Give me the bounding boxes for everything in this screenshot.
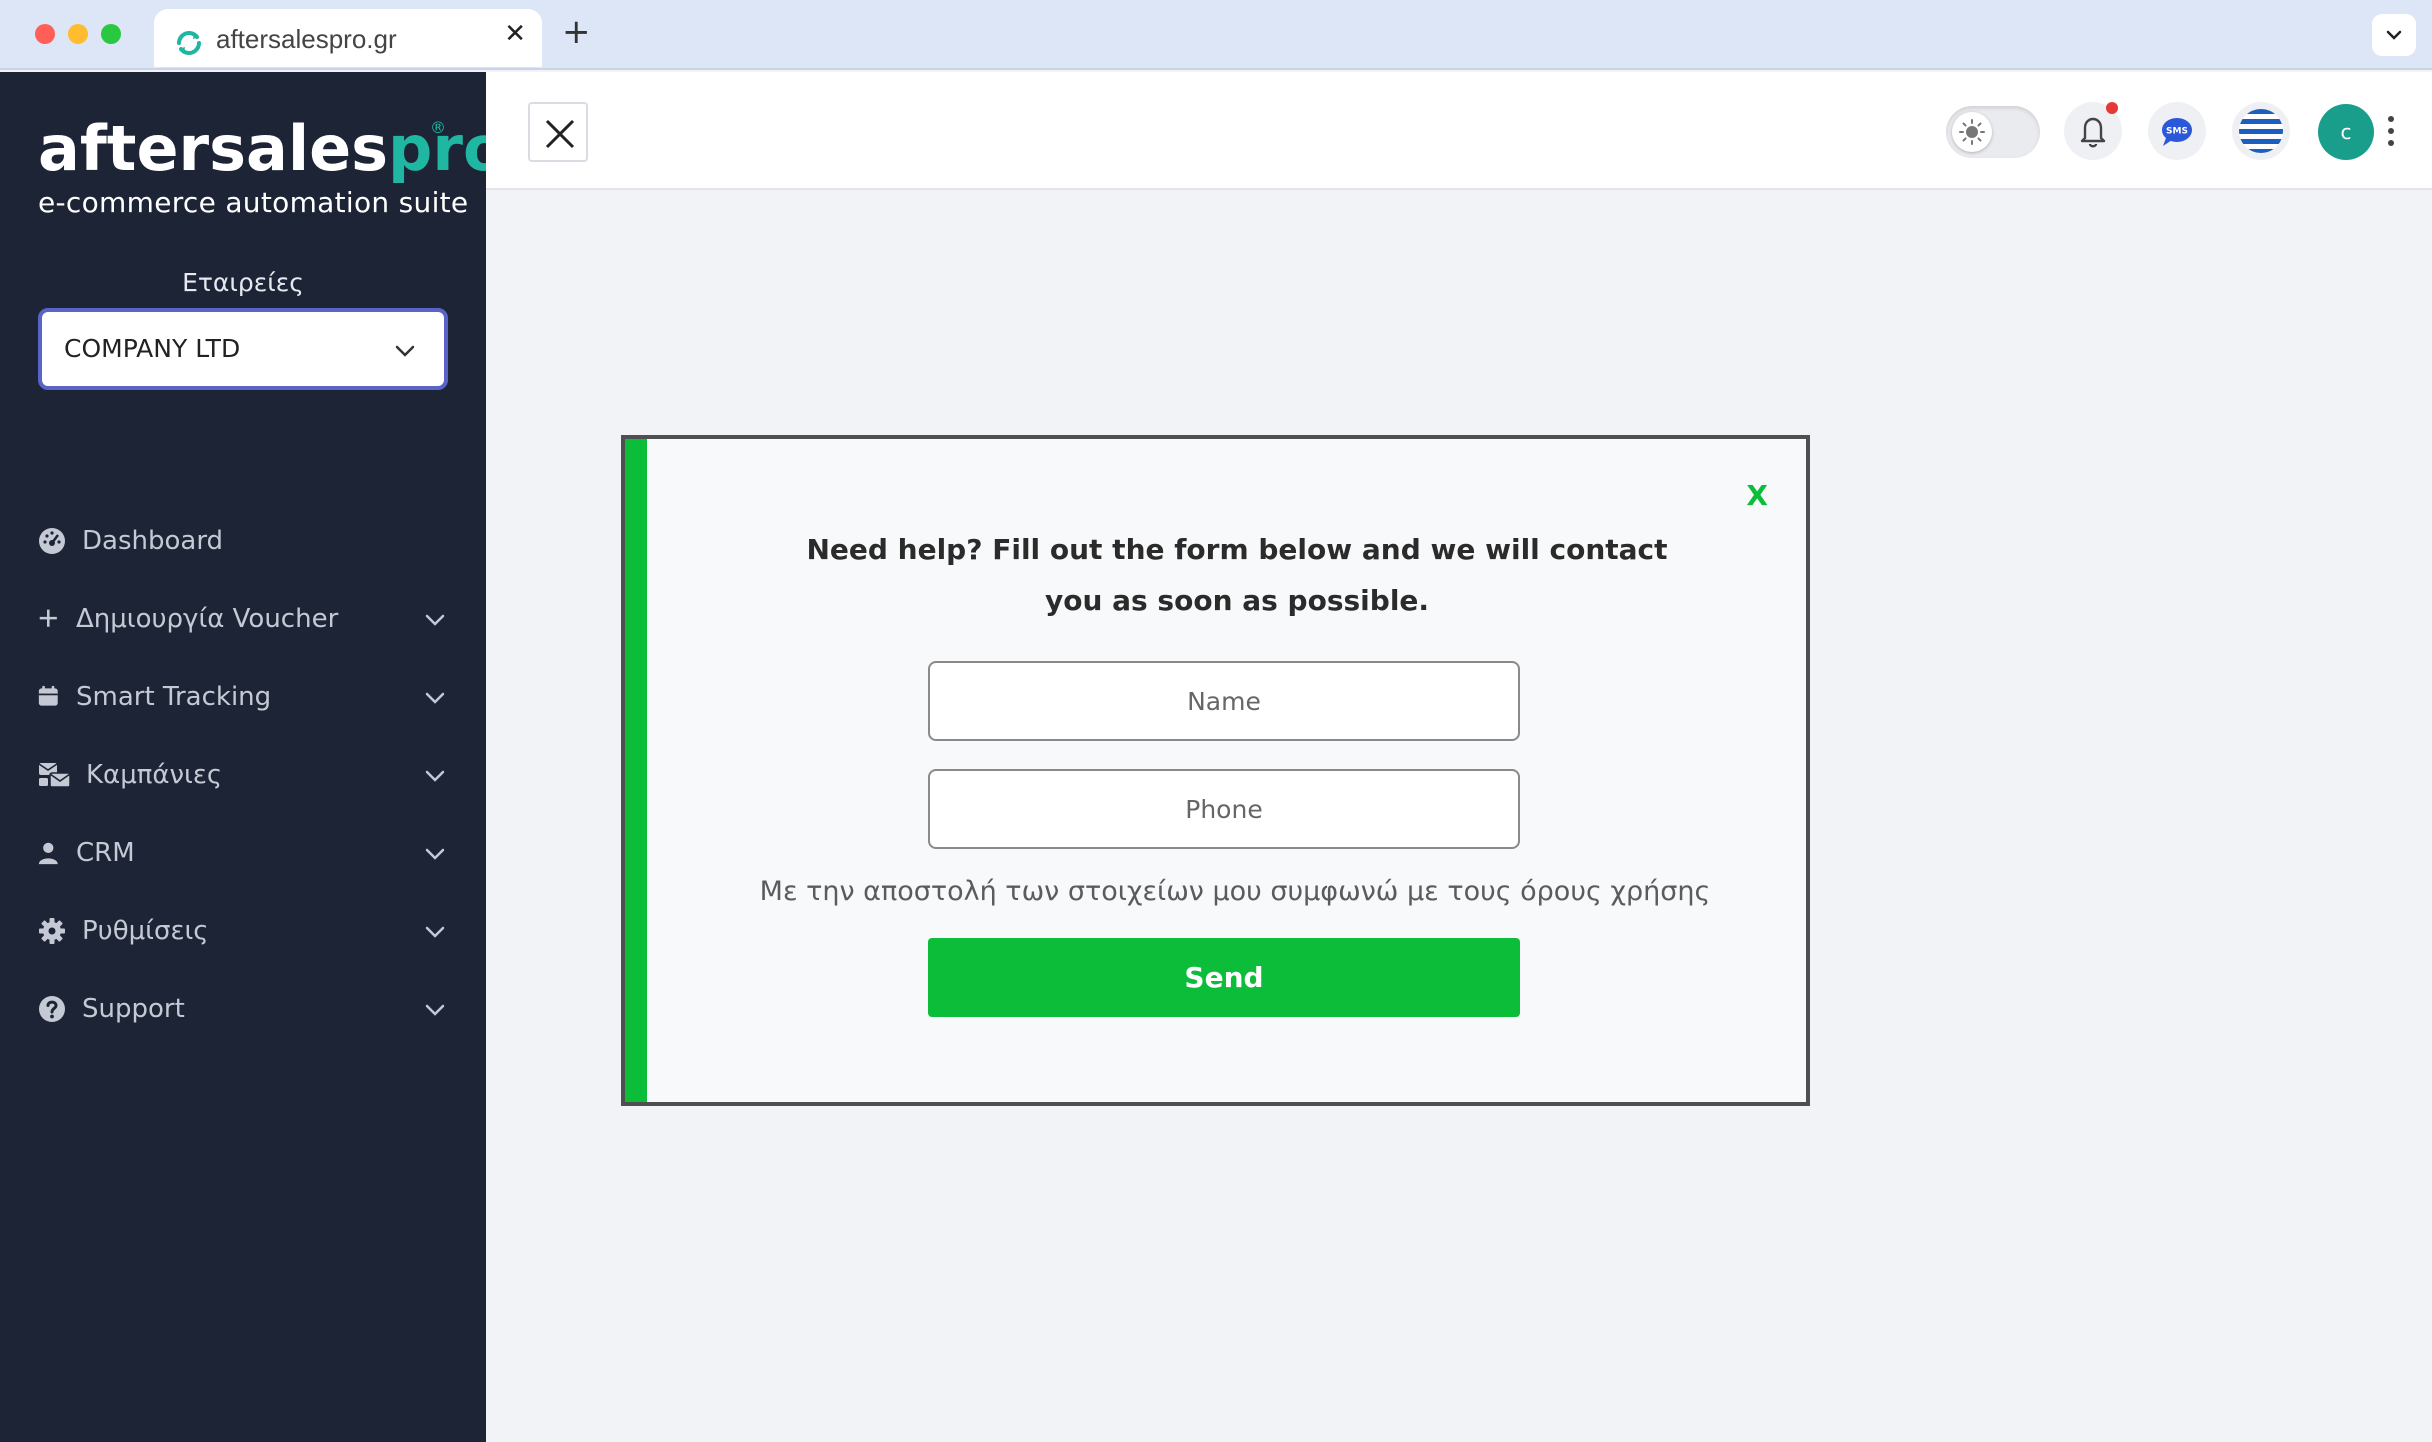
calendar-icon (38, 685, 58, 706)
sidebar-item-label: Δημιουργία Voucher (76, 604, 339, 634)
modal-accent-bar (625, 439, 647, 1102)
logo-wordmark-main: aftersales (38, 112, 389, 185)
gear-icon (39, 918, 65, 944)
kebab-menu-icon[interactable] (2386, 114, 2396, 148)
logo-tagline: e-commerce automation suite (38, 186, 469, 219)
sidebar-item-label: Support (82, 994, 185, 1024)
phone-input[interactable] (928, 769, 1520, 849)
tab-close-icon[interactable]: ✕ (504, 19, 526, 49)
theme-toggle-knob (1952, 112, 1992, 152)
new-tab-button[interactable]: + (562, 12, 591, 52)
terms-text: Με την αποστολή των στοιχείων μου συμφων… (759, 876, 1711, 907)
tab-title: aftersalespro.gr (216, 24, 397, 54)
sidebar-item-crm[interactable]: CRM (0, 814, 486, 892)
modal-close-button[interactable]: X (1746, 479, 1768, 512)
sidebar-item-label: Καμπάνιες (86, 760, 223, 790)
language-button[interactable] (2232, 102, 2290, 160)
sidebar-nav: Dashboard Δημιουργία Voucher Smart Track… (0, 502, 486, 1048)
close-panel-button[interactable] (528, 102, 588, 162)
topbar: SMS c (486, 72, 2432, 190)
svg-text:SMS: SMS (2166, 127, 2188, 137)
company-label: Εταιρείες (182, 268, 304, 297)
sun-icon (1959, 119, 1985, 145)
window-close-button[interactable] (35, 24, 55, 44)
sms-button[interactable]: SMS (2148, 102, 2206, 160)
sidebar-item-create-voucher[interactable]: Δημιουργία Voucher (0, 580, 486, 658)
refresh-favicon-icon (177, 31, 201, 55)
user-icon (38, 842, 58, 865)
sidebar-item-support[interactable]: Support (0, 970, 486, 1048)
window-maximize-button[interactable] (101, 24, 121, 44)
aftersalespro-logo[interactable]: aftersalespro ® e-commerce automation su… (38, 112, 506, 219)
help-form-modal: X Need help? Fill out the form below and… (621, 435, 1810, 1106)
sidebar-item-label: CRM (76, 838, 135, 868)
sidebar-item-label: Smart Tracking (76, 682, 272, 712)
chevron-down-icon (425, 770, 445, 782)
chevron-down-icon (425, 926, 445, 938)
question-circle-icon (39, 996, 65, 1022)
sidebar-item-smart-tracking[interactable]: Smart Tracking (0, 658, 486, 736)
sidebar-item-settings[interactable]: Ρυθμίσεις (0, 892, 486, 970)
mail-bulk-icon (38, 763, 71, 788)
sidebar: aftersalespro ® e-commerce automation su… (0, 72, 506, 1442)
sidebar-item-label: Dashboard (82, 526, 224, 556)
browser-tab[interactable]: aftersalespro.gr ✕ (154, 9, 542, 67)
avatar[interactable]: c (2318, 104, 2374, 160)
name-input[interactable] (928, 661, 1520, 741)
notification-dot (2106, 102, 2118, 114)
chevron-down-icon (425, 848, 445, 860)
dashboard-gauge-icon (39, 528, 65, 554)
window-minimize-button[interactable] (68, 24, 88, 44)
sidebar-item-label: Ρυθμίσεις (82, 916, 209, 946)
sms-icon: SMS (2162, 118, 2192, 146)
chevron-down-icon (425, 614, 445, 626)
greek-flag-icon (2239, 109, 2283, 153)
company-select-value: COMPANY LTD (64, 334, 241, 363)
company-select[interactable]: COMPANY LTD (38, 308, 448, 390)
chevron-down-icon (395, 345, 415, 357)
modal-heading: Need help? Fill out the form below and w… (806, 533, 1668, 617)
tab-list-chevron-icon[interactable] (2372, 14, 2416, 56)
plus-icon (39, 609, 57, 627)
chevron-down-icon (425, 1004, 445, 1016)
theme-toggle[interactable] (1946, 106, 2040, 158)
browser-chrome: aftersalespro.gr ✕ + (0, 0, 2432, 70)
chevron-down-icon (425, 692, 445, 704)
notifications-button[interactable] (2064, 102, 2122, 160)
close-icon (545, 119, 575, 149)
registered-mark: ® (430, 118, 446, 137)
send-button[interactable]: Send (928, 938, 1520, 1017)
sidebar-item-dashboard[interactable]: Dashboard (0, 502, 486, 580)
sidebar-item-campaigns[interactable]: Καμπάνιες (0, 736, 486, 814)
